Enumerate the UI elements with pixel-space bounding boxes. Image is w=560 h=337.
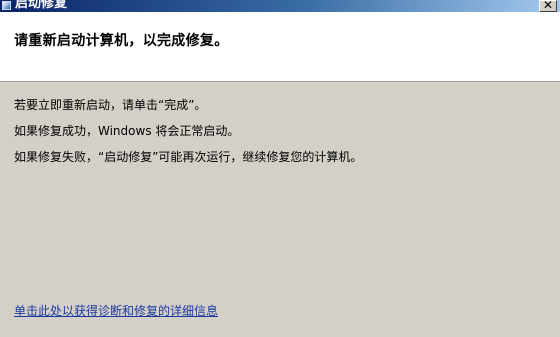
startup-repair-window: 启动修复 ✕ 请重新启动计算机，以完成修复。 若要立即重新启动，请单击“完成”。… <box>0 0 560 337</box>
header-panel: 请重新启动计算机，以完成修复。 <box>0 12 560 82</box>
window-title: 启动修复 <box>15 0 68 11</box>
page-title: 请重新启动计算机，以完成修复。 <box>14 33 229 49</box>
instruction-success: 如果修复成功，Windows 将会正常启动。 <box>14 124 240 138</box>
diagnosis-details-link[interactable]: 单击此处以获得诊断和修复的详细信息 <box>14 302 218 319</box>
close-button[interactable]: ✕ <box>539 0 557 12</box>
instruction-restart: 若要立即重新启动，请单击“完成”。 <box>14 98 207 112</box>
app-icon <box>2 1 11 10</box>
instruction-failure: 如果修复失败，“启动修复”可能再次运行，继续修复您的计算机。 <box>14 150 363 164</box>
title-bar[interactable]: 启动修复 ✕ <box>0 0 560 12</box>
